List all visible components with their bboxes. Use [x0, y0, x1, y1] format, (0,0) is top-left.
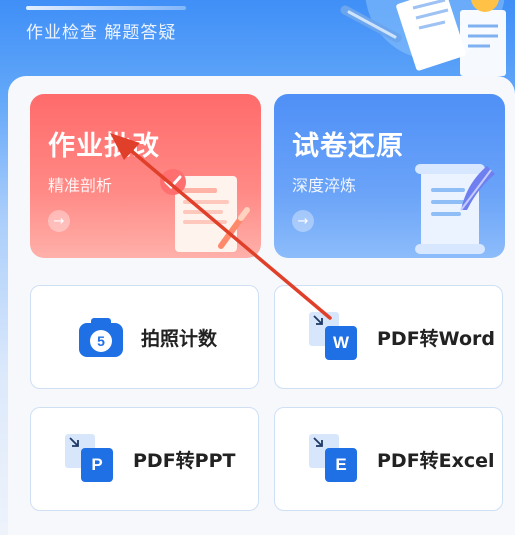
pdf-to-ppt-label: PDF转PPT: [133, 449, 236, 472]
pdf-to-ppt-tool[interactable]: P PDF转PPT: [30, 407, 259, 511]
homework-card-subtitle: 精准剖析: [48, 176, 113, 195]
camera-icon: 5: [79, 318, 123, 357]
paper-restore-card[interactable]: 试卷还原 深度淬炼 →: [274, 94, 505, 258]
homework-illustration: [160, 169, 250, 252]
header-progress-bar: [26, 6, 186, 10]
paper-card-title: 试卷还原: [292, 131, 404, 162]
scroll-illustration: [415, 164, 495, 254]
paper-arrow-icon[interactable]: →: [292, 210, 314, 232]
word-doc-icon: W: [309, 312, 357, 362]
pdf-to-excel-tool[interactable]: E PDF转Excel: [274, 407, 503, 511]
photo-count-label: 拍照计数: [141, 327, 218, 350]
camera-count-digit: 5: [97, 333, 105, 349]
ppt-doc-icon: P: [65, 434, 113, 484]
paper-card-subtitle: 深度淬炼: [292, 176, 357, 195]
photo-count-tool[interactable]: 5 拍照计数: [30, 285, 259, 389]
homework-arrow-icon[interactable]: →: [48, 210, 70, 232]
homework-card-title: 作业批改: [48, 131, 160, 162]
pdf-to-excel-label: PDF转Excel: [377, 449, 495, 472]
homework-correction-card[interactable]: 作业批改 精准剖析 →: [30, 94, 261, 258]
pdf-to-word-tool[interactable]: W PDF转Word: [274, 285, 503, 389]
header-illustration: [340, 0, 506, 76]
pdf-to-word-label: PDF转Word: [377, 327, 495, 350]
excel-doc-icon: E: [309, 434, 357, 484]
header-subtitle: 作业检查 解题答疑: [26, 23, 177, 43]
